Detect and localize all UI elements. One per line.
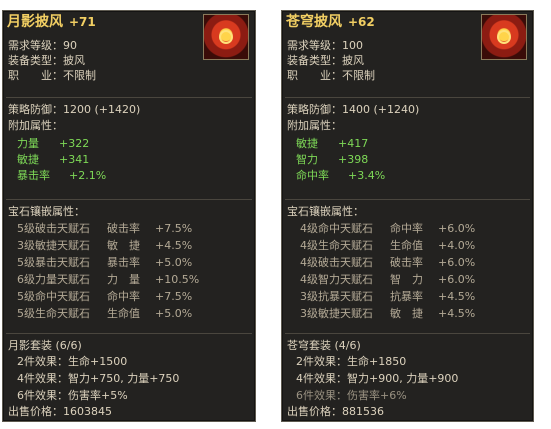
divider [6, 333, 252, 334]
divider [285, 199, 530, 200]
item-title: 月影披风 +71 [7, 13, 96, 31]
type-row: 装备类型：披风 [287, 54, 364, 67]
set-title: 苍穹套装 (4/6) [287, 339, 361, 352]
cloak-icon [497, 30, 511, 44]
job-row: 职 业：不限制 [8, 69, 96, 82]
set-effect-row: 2件效果：生命+1850 [296, 355, 407, 368]
set-effect-row: 4件效果：智力+750, 力量+750 [17, 372, 180, 385]
divider [6, 199, 252, 200]
set-effect-row: 4件效果：智力+900, 力量+900 [296, 372, 459, 385]
attr-row: 敏捷 +341 [17, 153, 90, 166]
set-effect-row: 2件效果：生命+1500 [17, 355, 128, 368]
type-row: 装备类型：披风 [8, 54, 85, 67]
cloak-icon [219, 30, 233, 44]
attr-row: 智力 +398 [296, 153, 369, 166]
divider [285, 97, 530, 98]
item-name: 苍穹披风 [286, 14, 342, 30]
set-effect-row: 6件效果：伤害率+5% [17, 389, 128, 402]
job-row: 职 业：不限制 [287, 69, 375, 82]
item-portrait [481, 14, 527, 60]
set-title: 月影套装 (6/6) [8, 339, 82, 352]
attr-row: 暴击率 +2.1% [17, 169, 107, 182]
item-title: 苍穹披风 +62 [286, 13, 375, 31]
defense-row: 策略防御：1400 (+1240) [287, 103, 420, 116]
defense-row: 策略防御：1200 (+1420) [8, 103, 141, 116]
price-row: 出售价格：1603845 [8, 405, 112, 418]
divider [6, 97, 252, 98]
attr-row: 力量 +322 [17, 137, 90, 150]
divider [285, 333, 530, 334]
price-row: 出售价格：881536 [287, 405, 384, 418]
level-row: 需求等级：100 [287, 39, 363, 52]
gems-label: 宝石镶嵌属性： [287, 205, 364, 218]
attr-row: 命中率 +3.4% [296, 169, 386, 182]
enhance-level: +71 [69, 15, 96, 29]
gems-label: 宝石镶嵌属性： [8, 205, 85, 218]
level-row: 需求等级：90 [8, 39, 77, 52]
item-tooltip-yueying: 月影披风 +71 需求等级：90 装备类型：披风 职 业：不限制 策略防御：120… [2, 10, 256, 422]
attrs-label: 附加属性： [287, 119, 342, 132]
attrs-label: 附加属性： [8, 119, 63, 132]
attr-row: 敏捷 +417 [296, 137, 369, 150]
item-name: 月影披风 [7, 14, 63, 30]
item-tooltip-cangqiong: 苍穹披风 +62 需求等级：100 装备类型：披风 职 业：不限制 策略防御：14… [281, 10, 534, 422]
item-portrait [203, 14, 249, 60]
enhance-level: +62 [348, 15, 375, 29]
set-effect-row-inactive: 6件效果：伤害率+6% [296, 389, 407, 402]
